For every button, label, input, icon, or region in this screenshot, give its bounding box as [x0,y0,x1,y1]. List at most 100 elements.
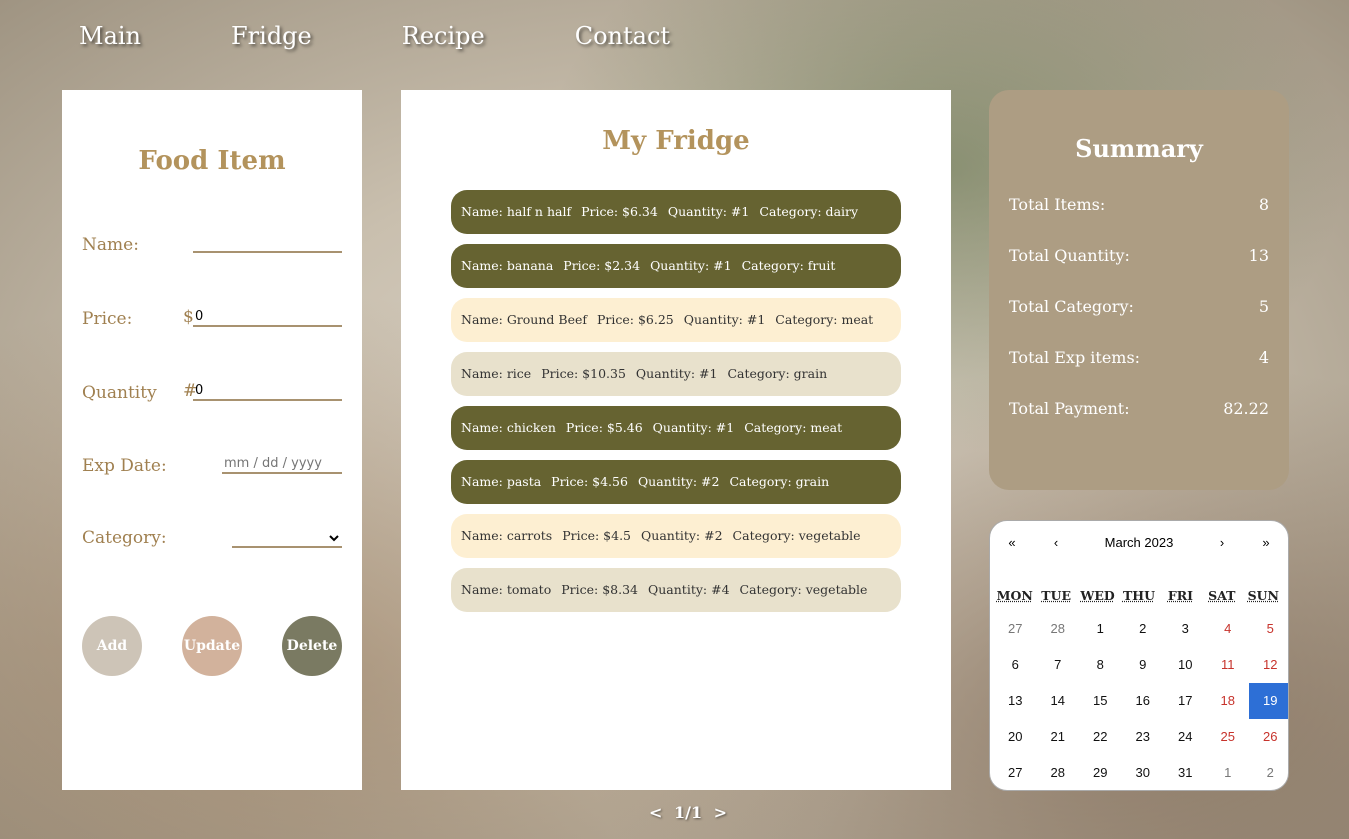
calendar-day[interactable]: 26 [1249,719,1288,755]
fridge-item-qty: Quantity: #2 [637,474,720,489]
fridge-title: My Fridge [602,126,750,156]
fridge-item-name: Name: pasta [461,474,542,489]
calendar-day[interactable]: 24 [1164,719,1207,755]
calendar-day-selected[interactable]: 19 [1249,683,1288,719]
calendar-day[interactable]: 3 [1164,611,1207,647]
calendar-day[interactable]: 16 [1122,683,1165,719]
calendar-day[interactable]: 27 [994,755,1037,790]
summary-value: 5 [1258,297,1269,316]
fridge-item[interactable]: Name: banana Price: $2.34 Quantity: #1 Cate… [451,244,901,288]
fridge-item-price: Price: $8.34 [561,582,638,597]
calendar-day[interactable]: 20 [994,719,1037,755]
nav-recipe-link[interactable]: Recipe [402,22,485,50]
calendar-day[interactable]: 30 [1122,755,1165,790]
fridge-item-cat: Category: vegetable [732,528,861,543]
prev-month-button[interactable]: ‹ [1041,535,1071,550]
calendar-day[interactable]: 1 [1079,611,1122,647]
nav-contact-link[interactable]: Contact [575,22,670,50]
fridge-item-qty: Quantity: #1 [683,312,766,327]
calendar-day[interactable]: 17 [1164,683,1207,719]
calendar-day[interactable]: 18 [1207,683,1250,719]
next-year-button[interactable]: » [1251,535,1281,550]
category-select[interactable] [232,528,342,548]
weekday-label: WED [1080,588,1115,603]
fridge-item-price: Price: $10.35 [541,366,626,381]
fridge-item[interactable]: Name: chicken Price: $5.46 Quantity: #1 Cat… [451,406,901,450]
fridge-item-name: Name: banana [461,258,554,273]
fridge-item[interactable]: Name: pasta Price: $4.56 Quantity: #2 Categ… [451,460,901,504]
fridge-item[interactable]: Name: half n half Price: $6.34 Quantity: #… [451,190,901,234]
fridge-item[interactable]: Name: tomato Price: $8.34 Quantity: #4 Cate… [451,568,901,612]
calendar-weekdays: MON TUE WED THU FRI SAT SUN [994,588,1284,603]
calendar-day[interactable]: 7 [1037,647,1080,683]
next-month-button[interactable]: › [1207,535,1237,550]
summary-label: Total Category: [1009,297,1134,316]
name-label: Name: [82,235,139,255]
calendar-day[interactable]: 15 [1079,683,1122,719]
fridge-item-qty: Quantity: #4 [648,582,730,597]
fridge-item-price: Price: $4.56 [551,474,628,489]
calendar-day[interactable]: 11 [1207,647,1250,683]
calendar-nav: March 2023 « ‹ › » [990,535,1288,555]
exp-date-row: Exp Date: [82,452,342,482]
fridge-item[interactable]: Name: carrots Price: $4.5 Quantity: #2 Cate… [451,514,901,558]
calendar-day[interactable]: 5 [1249,611,1288,647]
add-button[interactable]: Add [82,616,142,676]
page-indicator: 1/1 [673,803,703,822]
calendar-day[interactable]: 8 [1079,647,1122,683]
calendar-day[interactable]: 13 [994,683,1037,719]
fridge-item[interactable]: Name: Ground Beef Price: $6.25 Quantity: #… [451,298,901,342]
nav-main-link[interactable]: Main [79,22,141,50]
category-label: Category: [82,528,167,548]
fridge-item[interactable]: Name: rice Price: $10.35 Quantity: #1 Categ… [451,352,901,396]
calendar-day[interactable]: 12 [1249,647,1288,683]
price-input[interactable] [193,307,342,327]
calendar-day[interactable]: 2 [1122,611,1165,647]
calendar-day[interactable]: 2 [1249,755,1288,790]
calendar-month-label[interactable]: March 2023 [990,535,1288,550]
food-item-panel: Food Item Name: Price: $ Quantity # Exp … [62,90,362,790]
price-row: Price: $ [82,305,342,335]
fridge-item-list: Name: half n half Price: $6.34 Quantity: #… [451,190,901,622]
quantity-input[interactable] [193,381,342,401]
calendar-day[interactable]: 10 [1164,647,1207,683]
name-input[interactable] [193,233,342,253]
summary-label: Total Items: [1009,195,1106,214]
calendar-day[interactable]: 31 [1164,755,1207,790]
calendar-day[interactable]: 29 [1079,755,1122,790]
fridge-item-name: Name: half n half [461,204,572,219]
name-row: Name: [82,231,342,261]
next-page-button[interactable]: > [714,803,727,822]
calendar-day[interactable]: 27 [994,611,1037,647]
delete-button[interactable]: Delete [282,616,342,676]
calendar-day[interactable]: 23 [1122,719,1165,755]
fridge-item-qty: Quantity: #1 [652,420,735,435]
quantity-label: Quantity [82,383,157,403]
update-button[interactable]: Update [182,616,242,676]
calendar-day[interactable]: 25 [1207,719,1250,755]
exp-date-input[interactable] [222,454,342,474]
prev-year-button[interactable]: « [997,535,1027,550]
calendar-day[interactable]: 6 [994,647,1037,683]
calendar-day[interactable]: 22 [1079,719,1122,755]
exp-date-label: Exp Date: [82,456,167,476]
weekday-label: SUN [1247,588,1279,603]
fridge-panel: My Fridge Name: half n half Price: $6.34 Q… [401,90,951,790]
weekday-label: SAT [1208,588,1236,603]
calendar-day[interactable]: 4 [1207,611,1250,647]
calendar-day[interactable]: 1 [1207,755,1250,790]
fridge-item-price: Price: $6.25 [597,312,674,327]
calendar-day[interactable]: 28 [1037,755,1080,790]
calendar-day[interactable]: 14 [1037,683,1080,719]
calendar-day[interactable]: 21 [1037,719,1080,755]
nav-fridge-link[interactable]: Fridge [231,22,312,50]
summary-value: 8 [1258,195,1269,214]
summary-value: 82.22 [1223,399,1269,418]
calendar-day[interactable]: 28 [1037,611,1080,647]
quantity-row: Quantity # [82,379,342,409]
fridge-item-cat: Category: meat [744,420,843,435]
calendar-day[interactable]: 9 [1122,647,1165,683]
prev-page-button[interactable]: < [649,803,662,822]
fridge-item-price: Price: $2.34 [563,258,641,273]
fridge-item-name: Name: carrots [461,528,553,543]
